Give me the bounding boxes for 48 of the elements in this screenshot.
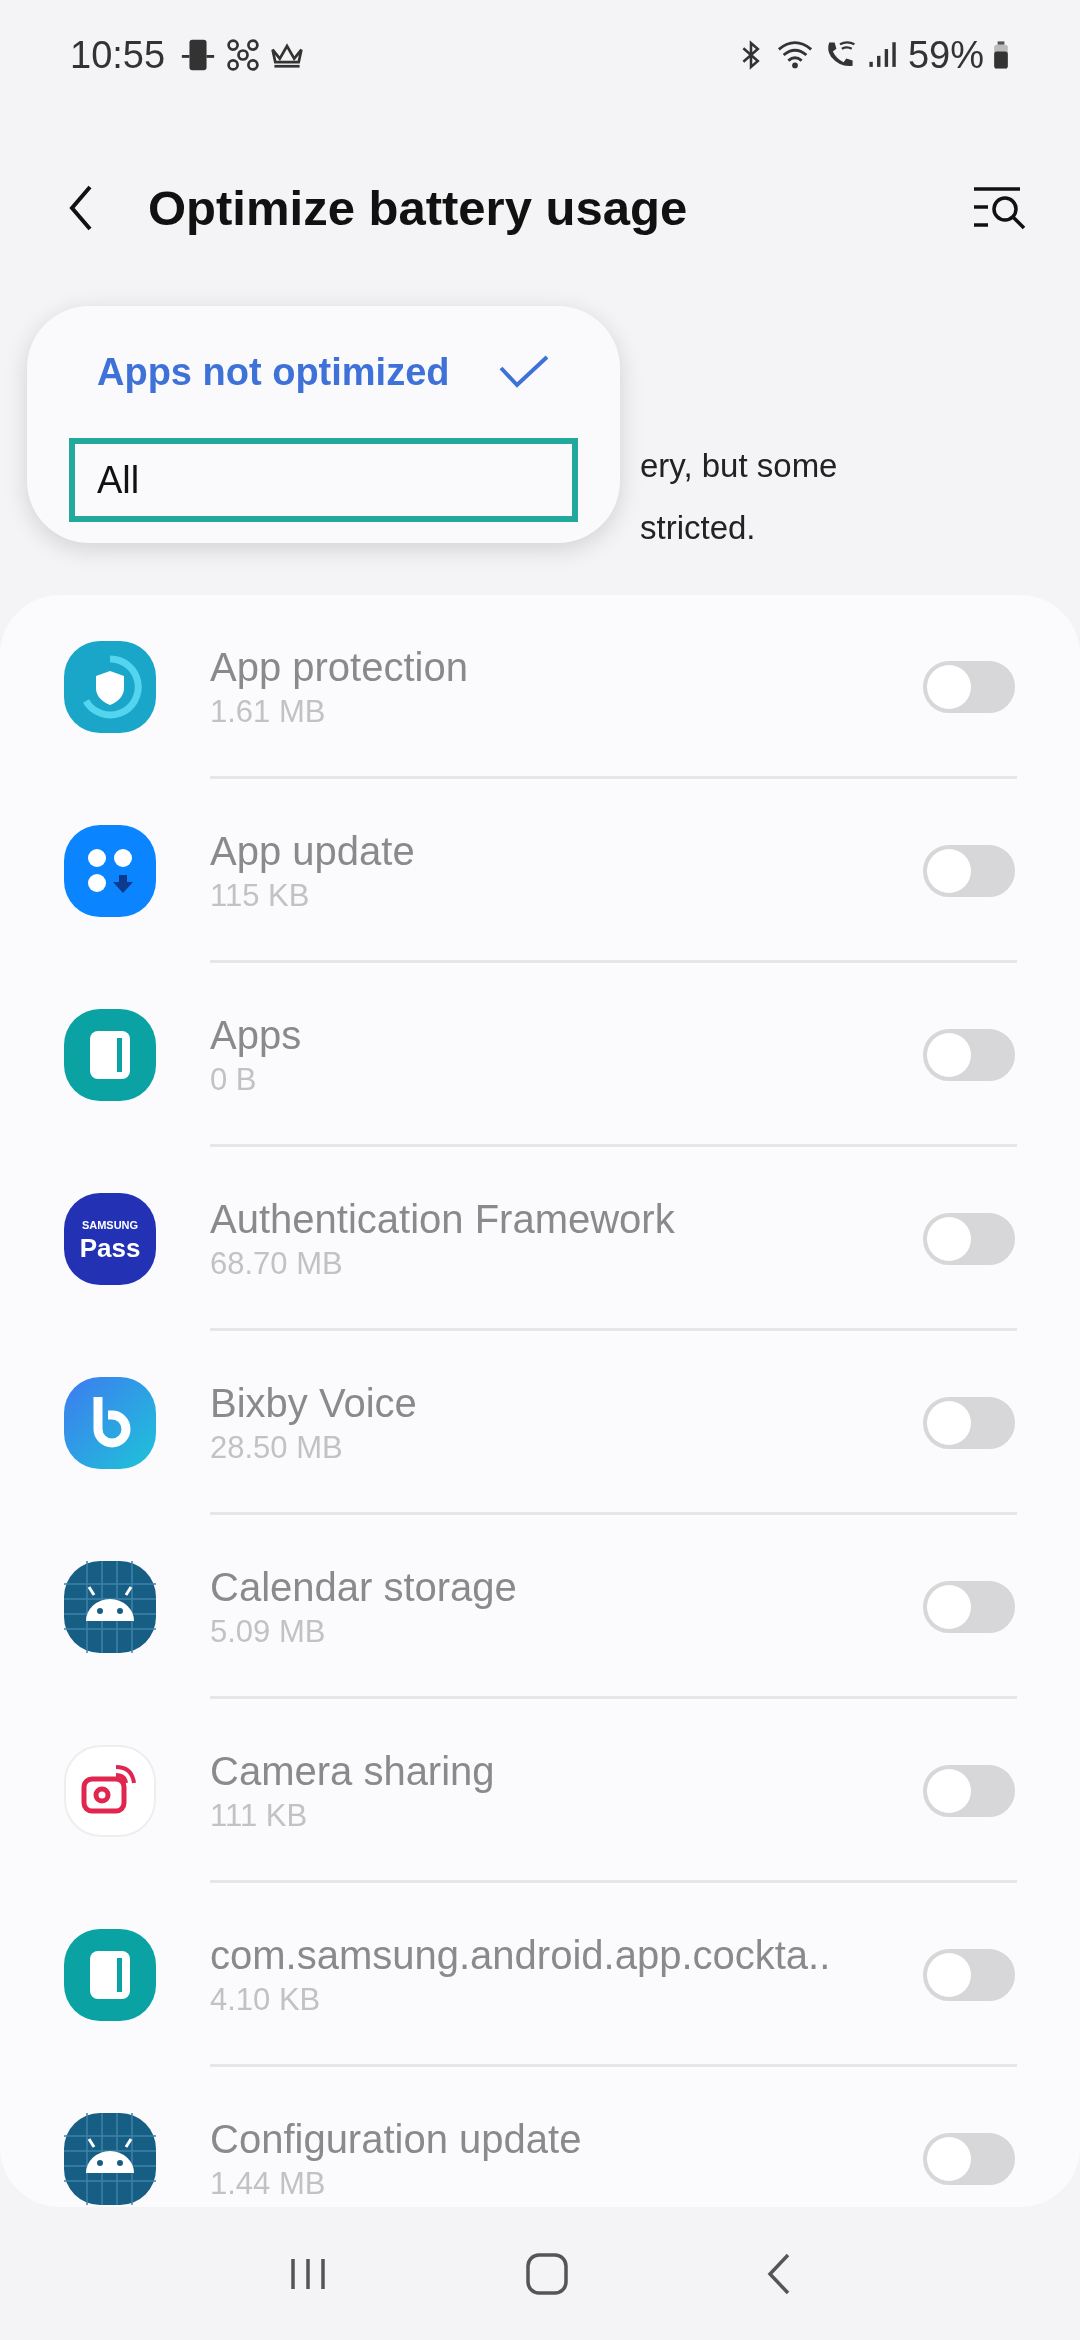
toggle-switch[interactable] [923, 1949, 1015, 2001]
battery-icon [992, 38, 1010, 72]
app-size: 1.44 MB [210, 2165, 327, 2202]
check-icon [498, 354, 550, 390]
app-icon [64, 1561, 156, 1653]
toggle-switch[interactable] [923, 1213, 1015, 1265]
app-size: 115 KB [210, 877, 311, 914]
toggle-switch[interactable] [923, 1029, 1015, 1081]
app-icon [64, 825, 156, 917]
app-name: Configuration update [210, 2116, 583, 2162]
app-size: 68.70 MB [210, 1245, 344, 1282]
status-time: 10:55 [70, 33, 166, 77]
menu-item[interactable]: Apps not optimized [69, 330, 578, 414]
app-size: 111 KB [210, 1797, 309, 1834]
app-icon [64, 641, 156, 733]
app-name: Authentication Framework [210, 1196, 676, 1242]
home-icon[interactable] [525, 2251, 569, 2296]
menu-item[interactable]: All [69, 438, 578, 522]
toggle-switch[interactable] [923, 2133, 1015, 2185]
battery-percent: 59% [907, 33, 984, 77]
app-name: com.samsung.android.app.cockta.. [210, 1932, 832, 1978]
app-size: 0 B [210, 1061, 258, 1098]
app-icon [64, 1929, 156, 2021]
app-name: App update [210, 828, 416, 874]
description-text: stricted. [640, 508, 757, 548]
app-name: Camera sharing [210, 1748, 496, 1794]
app-size: 5.09 MB [210, 1613, 327, 1650]
app-icon: SAMSUNG Pass [64, 1193, 156, 1285]
app-icon [64, 1377, 156, 1469]
app-icon [64, 1745, 156, 1837]
toggle-switch[interactable] [923, 1397, 1015, 1449]
filter-search-icon[interactable] [972, 186, 1028, 230]
app-size: 1.61 MB [210, 693, 327, 730]
app-icon [64, 1009, 156, 1101]
description-text: ery, but some [640, 446, 839, 486]
app-name: Calendar storage [210, 1564, 518, 1610]
app-name: App protection [210, 644, 469, 690]
toggle-switch[interactable] [923, 845, 1015, 897]
network-icon [225, 37, 262, 73]
toggle-switch[interactable] [923, 1581, 1015, 1633]
back-nav-icon[interactable] [765, 2251, 792, 2296]
app-name: Apps [210, 1012, 303, 1058]
toggle-switch[interactable] [923, 1765, 1015, 1817]
app-size: 4.10 KB [210, 1981, 322, 2018]
app-size: 28.50 MB [210, 1429, 344, 1466]
page-title: Optimize battery usage [148, 180, 689, 236]
app-name: Bixby Voice [210, 1380, 418, 1426]
toggle-switch[interactable] [923, 661, 1015, 713]
